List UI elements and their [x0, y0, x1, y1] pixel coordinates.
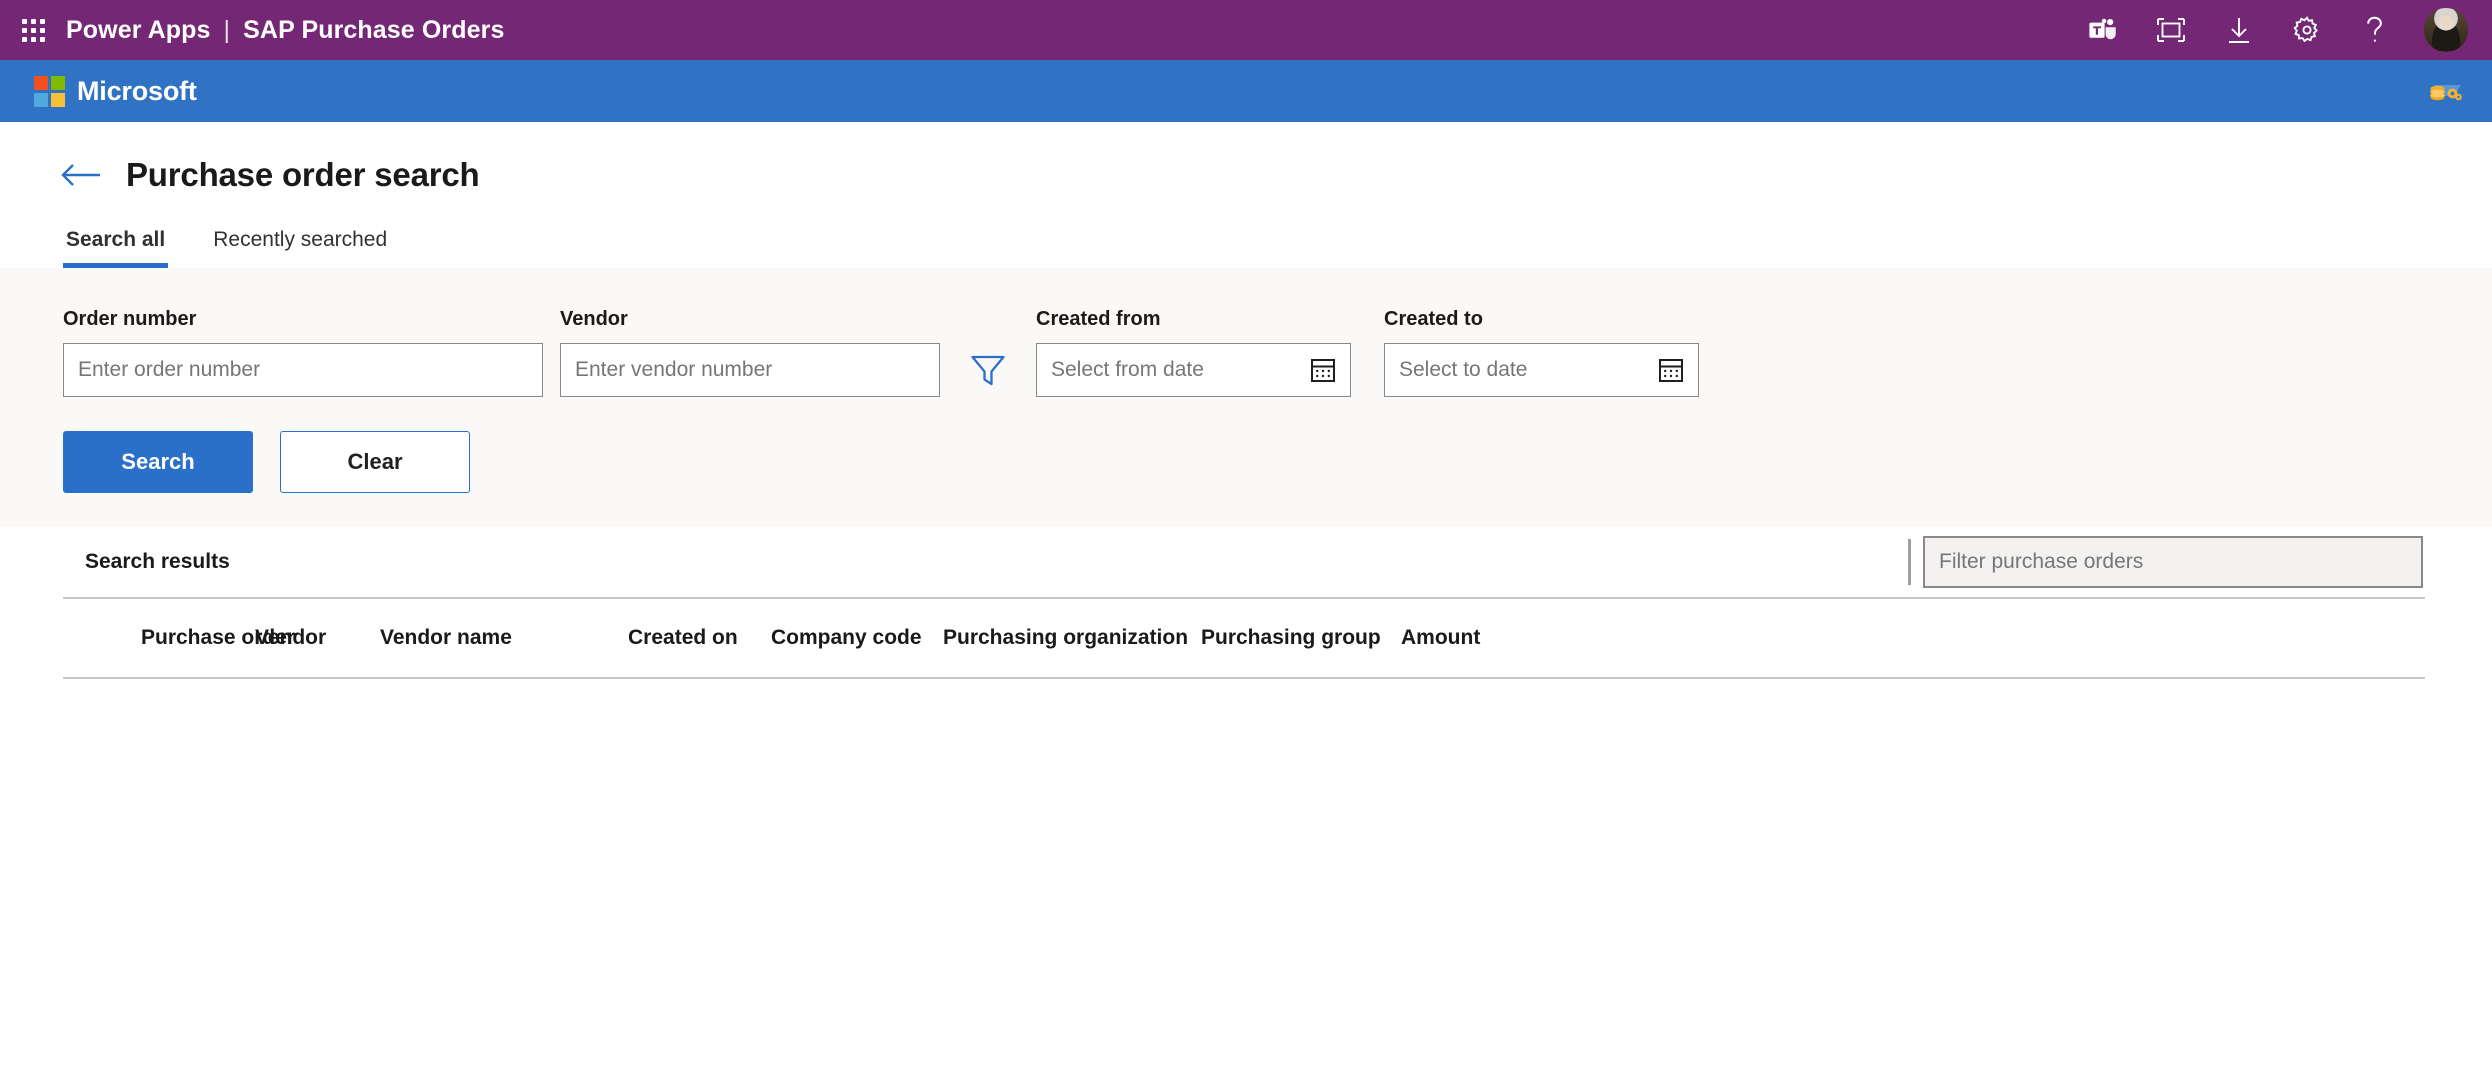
filter-purchase-orders-input[interactable] [1923, 536, 2423, 588]
search-results-header: Search results [63, 527, 2425, 599]
vertical-divider [1908, 539, 1911, 585]
order-number-label: Order number [63, 308, 197, 330]
app-name[interactable]: SAP Purchase Orders [243, 16, 504, 45]
field-created-to: Created to [1384, 308, 1699, 397]
vendor-input[interactable] [560, 343, 940, 397]
brand-bar-actions [2422, 71, 2468, 111]
microsoft-logo: Microsoft [34, 75, 197, 107]
microsoft-squares-icon [34, 75, 65, 107]
avatar-image [2424, 8, 2468, 52]
field-order-number: Order number [63, 308, 543, 397]
created-from-label: Created from [1036, 308, 1161, 330]
column-header-purchase-order[interactable]: Purchase order [85, 626, 295, 650]
search-filter-panel: Order number Vendor Created from [0, 268, 2492, 527]
app-launcher-button[interactable] [0, 0, 66, 60]
vendor-label: Vendor [560, 308, 628, 330]
order-number-input[interactable] [63, 343, 543, 397]
sap-database-icon[interactable] [2422, 71, 2468, 111]
filter-funnel-icon[interactable] [940, 343, 1036, 397]
teams-icon[interactable] [2084, 11, 2122, 49]
calendar-icon[interactable] [1657, 356, 1685, 384]
download-icon[interactable] [2220, 11, 2258, 49]
column-header-vendor[interactable]: Vendor [255, 626, 380, 650]
column-header-purchasing-organization[interactable]: Purchasing organization [943, 626, 1201, 650]
search-fields-row: Order number Vendor Created from [63, 308, 2492, 397]
field-created-from: Created from [1036, 308, 1351, 397]
fit-to-screen-icon[interactable] [2152, 11, 2190, 49]
form-actions: Search Clear [63, 431, 2492, 493]
created-from-input[interactable] [1036, 343, 1351, 397]
page-container: Purchase order search Search all Recentl… [0, 122, 2492, 859]
column-header-vendor-name[interactable]: Vendor name [380, 626, 628, 650]
created-to-label: Created to [1384, 308, 1483, 330]
column-header-created-on[interactable]: Created on [628, 626, 771, 650]
column-header-purchasing-group[interactable]: Purchasing group [1201, 626, 1401, 650]
created-to-input[interactable] [1384, 343, 1699, 397]
tab-list: Search all Recently searched [0, 222, 2492, 268]
tab-search-all[interactable]: Search all [63, 222, 169, 268]
waffle-icon [21, 18, 45, 42]
clear-button[interactable]: Clear [280, 431, 470, 493]
column-header-company-code[interactable]: Company code [771, 626, 943, 650]
avatar[interactable] [2424, 8, 2468, 52]
results-table-body [63, 679, 2425, 859]
microsoft-wordmark: Microsoft [77, 75, 197, 106]
results-filter-area [1908, 536, 2425, 588]
suite-title: Power Apps | SAP Purchase Orders [66, 16, 504, 45]
microsoft-brand-bar: Microsoft [0, 60, 2492, 122]
results-table-header-row: Purchase order Vendor Vendor name Create… [63, 599, 2425, 679]
product-name[interactable]: Power Apps [66, 16, 211, 45]
search-results-card: Search results Purchase order Vendor Ven… [63, 527, 2425, 859]
field-vendor: Vendor [560, 308, 940, 397]
page-header: Purchase order search [0, 122, 2492, 194]
suite-header-bar: Power Apps | SAP Purchase Orders [0, 0, 2492, 60]
search-button[interactable]: Search [63, 431, 253, 493]
suite-actions [2084, 8, 2478, 52]
tab-recently-searched[interactable]: Recently searched [210, 222, 390, 268]
title-separator: | [223, 15, 231, 44]
calendar-icon[interactable] [1309, 356, 1337, 384]
column-header-amount[interactable]: Amount [1401, 626, 1561, 650]
help-icon[interactable] [2356, 11, 2394, 49]
page-title: Purchase order search [126, 156, 480, 193]
settings-gear-icon[interactable] [2288, 11, 2326, 49]
back-button[interactable] [60, 162, 102, 188]
search-results-title: Search results [85, 550, 230, 573]
